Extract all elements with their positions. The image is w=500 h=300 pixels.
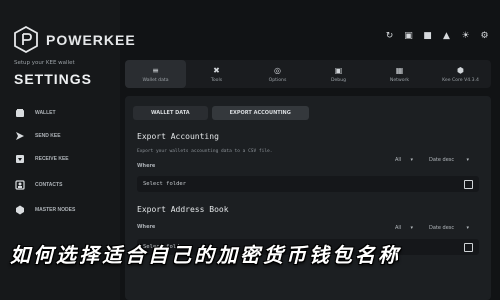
caption-overlay: 如何选择适合自己的加密货币钱包名称 [10, 238, 490, 268]
send-icon [14, 130, 26, 142]
sidebar-item-label: MASTER NODES [35, 207, 76, 213]
receive-icon [14, 153, 26, 165]
chevron-down-icon: ▾ [410, 225, 413, 231]
sidebar-item-label: RECEIVE KEE [35, 156, 69, 162]
copy-icon[interactable] [464, 179, 473, 189]
sidebar-subtitle: Setup your KEE wallet [14, 60, 75, 66]
settings-toolbar: ≡ Wallet data ✖ Tools ◎ Options ▣ Debug … [125, 60, 491, 88]
powerkee-logo-icon [14, 26, 38, 53]
tab-label: Tools [210, 78, 223, 83]
sort-value: Date desc [429, 157, 455, 163]
lock-icon[interactable]: ■ [422, 30, 433, 41]
debug-icon: ▣ [334, 65, 343, 75]
chevron-down-icon: ▾ [466, 225, 469, 231]
where-label: Where [137, 163, 156, 169]
sort-select[interactable]: Date desc ▾ [425, 223, 473, 233]
tab-label: Network [389, 78, 410, 83]
top-icon-bar: ↻ ▣ ■ ▲ ☀ ⚙ [384, 30, 490, 41]
export-accounting-description: Export your wallets accounting data to a… [137, 149, 273, 154]
tab-label: Wallet data [142, 78, 169, 83]
sidebar-item-wallet[interactable]: WALLET [14, 105, 56, 121]
sidebar-item-receive-kee[interactable]: RECEIVE KEE [14, 151, 69, 167]
network-icon: ▦ [395, 65, 404, 75]
where-label: Where [137, 224, 156, 230]
sun-icon[interactable]: ☀ [460, 30, 471, 41]
chevron-down-icon: ▾ [410, 157, 413, 163]
tab-label: Kee Core V4.3.4 [442, 78, 479, 83]
sort-select[interactable]: Date desc ▾ [425, 155, 473, 165]
sidebar-item-master-nodes[interactable]: MASTER NODES [14, 202, 75, 218]
filter-value: All [395, 157, 402, 163]
accounting-folder-field[interactable]: Select folder [137, 176, 479, 192]
tab-label: Options [268, 78, 287, 83]
flask-icon[interactable]: ▲ [441, 30, 452, 41]
caption-text: 如何选择适合自己的加密货币钱包名称 [10, 242, 401, 267]
options-icon: ◎ [274, 65, 281, 75]
sidebar-item-contacts[interactable]: CONTACTS [14, 177, 62, 193]
subtab-bar: WALLET DATA EXPORT ACCOUNTING [133, 106, 309, 120]
filter-value: All [395, 225, 402, 231]
tab-options[interactable]: ◎ Options [247, 60, 308, 88]
sort-value: Date desc [429, 225, 455, 231]
tab-network[interactable]: ▦ Network [369, 60, 430, 88]
page-title: SETTINGS [14, 71, 93, 87]
refresh-icon[interactable]: ↻ [384, 30, 395, 41]
brand-name: POWERKEE [46, 32, 136, 48]
field-value: Select folder [143, 181, 187, 187]
tab-label: Debug [330, 78, 347, 83]
tools-icon: ✖ [213, 65, 220, 75]
filter-select[interactable]: All ▾ [391, 223, 417, 233]
core-icon: ⬢ [457, 65, 464, 75]
database-icon: ≡ [152, 65, 159, 75]
sidebar-item-label: SEND KEE [35, 133, 61, 139]
tab-debug[interactable]: ▣ Debug [308, 60, 369, 88]
tab-tools[interactable]: ✖ Tools [186, 60, 247, 88]
sidebar-item-send-kee[interactable]: SEND KEE [14, 128, 61, 144]
sidebar-item-label: WALLET [35, 110, 56, 116]
gift-icon[interactable]: ▣ [403, 30, 414, 41]
chevron-down-icon: ▾ [466, 157, 469, 163]
main-panel: WALLET DATA EXPORT ACCOUNTING Export Acc… [125, 96, 491, 300]
wallet-icon [14, 107, 26, 119]
master-nodes-icon [14, 204, 26, 216]
settings-icon[interactable]: ⚙ [479, 30, 490, 41]
export-address-book-title: Export Address Book [137, 205, 229, 214]
sidebar-item-label: CONTACTS [35, 182, 63, 188]
tab-kee-core[interactable]: ⬢ Kee Core V4.3.4 [430, 60, 491, 88]
export-accounting-title: Export Accounting [137, 132, 219, 141]
subtab-export-accounting[interactable]: EXPORT ACCOUNTING [211, 106, 309, 120]
subtab-wallet-data[interactable]: WALLET DATA [133, 106, 208, 120]
filter-select[interactable]: All ▾ [391, 155, 417, 165]
tab-wallet-data[interactable]: ≡ Wallet data [125, 60, 186, 88]
contacts-icon [14, 179, 26, 191]
